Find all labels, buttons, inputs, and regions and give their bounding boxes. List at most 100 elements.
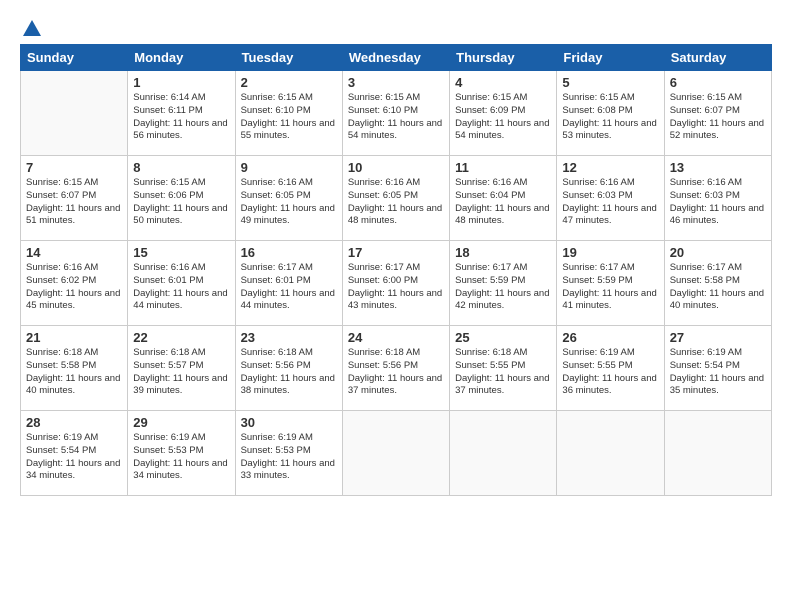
calendar-cell <box>342 411 449 496</box>
day-number: 15 <box>133 245 229 260</box>
day-number: 5 <box>562 75 658 90</box>
day-number: 3 <box>348 75 444 90</box>
calendar-cell: 7Sunrise: 6:15 AM Sunset: 6:07 PM Daylig… <box>21 156 128 241</box>
day-number: 20 <box>670 245 766 260</box>
day-number: 13 <box>670 160 766 175</box>
day-info: Sunrise: 6:19 AM Sunset: 5:53 PM Dayligh… <box>133 432 229 483</box>
calendar-cell: 19Sunrise: 6:17 AM Sunset: 5:59 PM Dayli… <box>557 241 664 326</box>
calendar-cell: 18 Sunrise: 6:17 AM Sunset: 5:59 PM Dayli… <box>450 241 557 326</box>
calendar-cell: 25 Sunrise: 6:18 AM Sunset: 5:55 PM Dayli… <box>450 326 557 411</box>
day-number: 19 <box>562 245 658 260</box>
weekday-header-friday: Friday <box>557 45 664 71</box>
day-number: 6 <box>670 75 766 90</box>
weekday-header-sunday: Sunday <box>21 45 128 71</box>
day-number: 27 <box>670 330 766 345</box>
calendar-cell <box>664 411 771 496</box>
day-info: Sunrise: 6:18 AM Sunset: 5:58 PM Dayligh… <box>26 347 122 398</box>
calendar-cell: 22Sunrise: 6:18 AM Sunset: 5:57 PM Dayli… <box>128 326 235 411</box>
week-row-4: 28 Sunrise: 6:19 AM Sunset: 5:54 PM Dayli… <box>21 411 772 496</box>
day-info: Sunrise: 6:15 AM Sunset: 6:09 PM Dayligh… <box>455 92 551 143</box>
calendar-cell: 16Sunrise: 6:17 AM Sunset: 6:01 PM Dayli… <box>235 241 342 326</box>
main-container: SundayMondayTuesdayWednesdayThursdayFrid… <box>0 0 792 612</box>
day-info: Sunrise: 6:16 AM Sunset: 6:01 PM Dayligh… <box>133 262 229 313</box>
day-info: Sunrise: 6:15 AM Sunset: 6:06 PM Dayligh… <box>133 177 229 228</box>
day-info: Sunrise: 6:15 AM Sunset: 6:07 PM Dayligh… <box>670 92 766 143</box>
calendar-cell: 2 Sunrise: 6:15 AM Sunset: 6:10 PM Daylig… <box>235 71 342 156</box>
day-number: 24 <box>348 330 444 345</box>
weekday-header-wednesday: Wednesday <box>342 45 449 71</box>
calendar-cell: 8 Sunrise: 6:15 AM Sunset: 6:06 PM Daylig… <box>128 156 235 241</box>
day-info: Sunrise: 6:17 AM Sunset: 6:01 PM Dayligh… <box>241 262 337 313</box>
weekday-header-saturday: Saturday <box>664 45 771 71</box>
day-number: 26 <box>562 330 658 345</box>
day-info: Sunrise: 6:18 AM Sunset: 5:57 PM Dayligh… <box>133 347 229 398</box>
day-number: 18 <box>455 245 551 260</box>
day-info: Sunrise: 6:19 AM Sunset: 5:55 PM Dayligh… <box>562 347 658 398</box>
day-info: Sunrise: 6:16 AM Sunset: 6:03 PM Dayligh… <box>670 177 766 228</box>
calendar-cell: 23 Sunrise: 6:18 AM Sunset: 5:56 PM Dayli… <box>235 326 342 411</box>
day-number: 23 <box>241 330 337 345</box>
header <box>20 18 772 34</box>
day-number: 2 <box>241 75 337 90</box>
weekday-header-monday: Monday <box>128 45 235 71</box>
day-info: Sunrise: 6:16 AM Sunset: 6:03 PM Dayligh… <box>562 177 658 228</box>
calendar-cell: 20 Sunrise: 6:17 AM Sunset: 5:58 PM Dayli… <box>664 241 771 326</box>
week-row-2: 14Sunrise: 6:16 AM Sunset: 6:02 PM Dayli… <box>21 241 772 326</box>
calendar-cell: 26 Sunrise: 6:19 AM Sunset: 5:55 PM Dayli… <box>557 326 664 411</box>
weekday-header-thursday: Thursday <box>450 45 557 71</box>
day-info: Sunrise: 6:14 AM Sunset: 6:11 PM Dayligh… <box>133 92 229 143</box>
day-number: 25 <box>455 330 551 345</box>
day-info: Sunrise: 6:15 AM Sunset: 6:10 PM Dayligh… <box>241 92 337 143</box>
calendar-cell <box>21 71 128 156</box>
calendar-cell: 12 Sunrise: 6:16 AM Sunset: 6:03 PM Dayli… <box>557 156 664 241</box>
day-info: Sunrise: 6:18 AM Sunset: 5:56 PM Dayligh… <box>348 347 444 398</box>
calendar-cell: 5 Sunrise: 6:15 AM Sunset: 6:08 PM Daylig… <box>557 71 664 156</box>
calendar-cell: 27 Sunrise: 6:19 AM Sunset: 5:54 PM Dayli… <box>664 326 771 411</box>
calendar-cell: 11Sunrise: 6:16 AM Sunset: 6:04 PM Dayli… <box>450 156 557 241</box>
calendar-cell: 15 Sunrise: 6:16 AM Sunset: 6:01 PM Dayli… <box>128 241 235 326</box>
calendar-cell: 30 Sunrise: 6:19 AM Sunset: 5:53 PM Dayli… <box>235 411 342 496</box>
day-number: 28 <box>26 415 122 430</box>
calendar-cell: 9 Sunrise: 6:16 AM Sunset: 6:05 PM Daylig… <box>235 156 342 241</box>
calendar-cell: 21 Sunrise: 6:18 AM Sunset: 5:58 PM Dayli… <box>21 326 128 411</box>
day-number: 21 <box>26 330 122 345</box>
day-number: 12 <box>562 160 658 175</box>
calendar-cell: 29 Sunrise: 6:19 AM Sunset: 5:53 PM Dayli… <box>128 411 235 496</box>
calendar-cell: 28 Sunrise: 6:19 AM Sunset: 5:54 PM Dayli… <box>21 411 128 496</box>
day-number: 7 <box>26 160 122 175</box>
day-number: 29 <box>133 415 229 430</box>
day-info: Sunrise: 6:17 AM Sunset: 5:59 PM Dayligh… <box>455 262 551 313</box>
week-row-1: 7Sunrise: 6:15 AM Sunset: 6:07 PM Daylig… <box>21 156 772 241</box>
calendar-cell: 1 Sunrise: 6:14 AM Sunset: 6:11 PM Daylig… <box>128 71 235 156</box>
weekday-header-tuesday: Tuesday <box>235 45 342 71</box>
day-info: Sunrise: 6:19 AM Sunset: 5:54 PM Dayligh… <box>26 432 122 483</box>
day-info: Sunrise: 6:16 AM Sunset: 6:04 PM Dayligh… <box>455 177 551 228</box>
calendar-cell <box>450 411 557 496</box>
day-number: 10 <box>348 160 444 175</box>
day-number: 8 <box>133 160 229 175</box>
day-info: Sunrise: 6:17 AM Sunset: 5:58 PM Dayligh… <box>670 262 766 313</box>
day-number: 4 <box>455 75 551 90</box>
day-info: Sunrise: 6:16 AM Sunset: 6:02 PM Dayligh… <box>26 262 122 313</box>
day-info: Sunrise: 6:19 AM Sunset: 5:54 PM Dayligh… <box>670 347 766 398</box>
calendar-table: SundayMondayTuesdayWednesdayThursdayFrid… <box>20 44 772 496</box>
day-number: 1 <box>133 75 229 90</box>
calendar-cell <box>557 411 664 496</box>
day-number: 30 <box>241 415 337 430</box>
day-info: Sunrise: 6:16 AM Sunset: 6:05 PM Dayligh… <box>241 177 337 228</box>
week-row-0: 1 Sunrise: 6:14 AM Sunset: 6:11 PM Daylig… <box>21 71 772 156</box>
day-info: Sunrise: 6:15 AM Sunset: 6:08 PM Dayligh… <box>562 92 658 143</box>
day-info: Sunrise: 6:17 AM Sunset: 6:00 PM Dayligh… <box>348 262 444 313</box>
day-info: Sunrise: 6:18 AM Sunset: 5:55 PM Dayligh… <box>455 347 551 398</box>
day-info: Sunrise: 6:15 AM Sunset: 6:10 PM Dayligh… <box>348 92 444 143</box>
day-info: Sunrise: 6:19 AM Sunset: 5:53 PM Dayligh… <box>241 432 337 483</box>
calendar-cell: 10 Sunrise: 6:16 AM Sunset: 6:05 PM Dayli… <box>342 156 449 241</box>
calendar-cell: 17Sunrise: 6:17 AM Sunset: 6:00 PM Dayli… <box>342 241 449 326</box>
day-number: 9 <box>241 160 337 175</box>
day-info: Sunrise: 6:16 AM Sunset: 6:05 PM Dayligh… <box>348 177 444 228</box>
day-info: Sunrise: 6:18 AM Sunset: 5:56 PM Dayligh… <box>241 347 337 398</box>
logo <box>20 18 44 34</box>
weekday-header-row: SundayMondayTuesdayWednesdayThursdayFrid… <box>21 45 772 71</box>
week-row-3: 21 Sunrise: 6:18 AM Sunset: 5:58 PM Dayli… <box>21 326 772 411</box>
calendar-cell: 24 Sunrise: 6:18 AM Sunset: 5:56 PM Dayli… <box>342 326 449 411</box>
